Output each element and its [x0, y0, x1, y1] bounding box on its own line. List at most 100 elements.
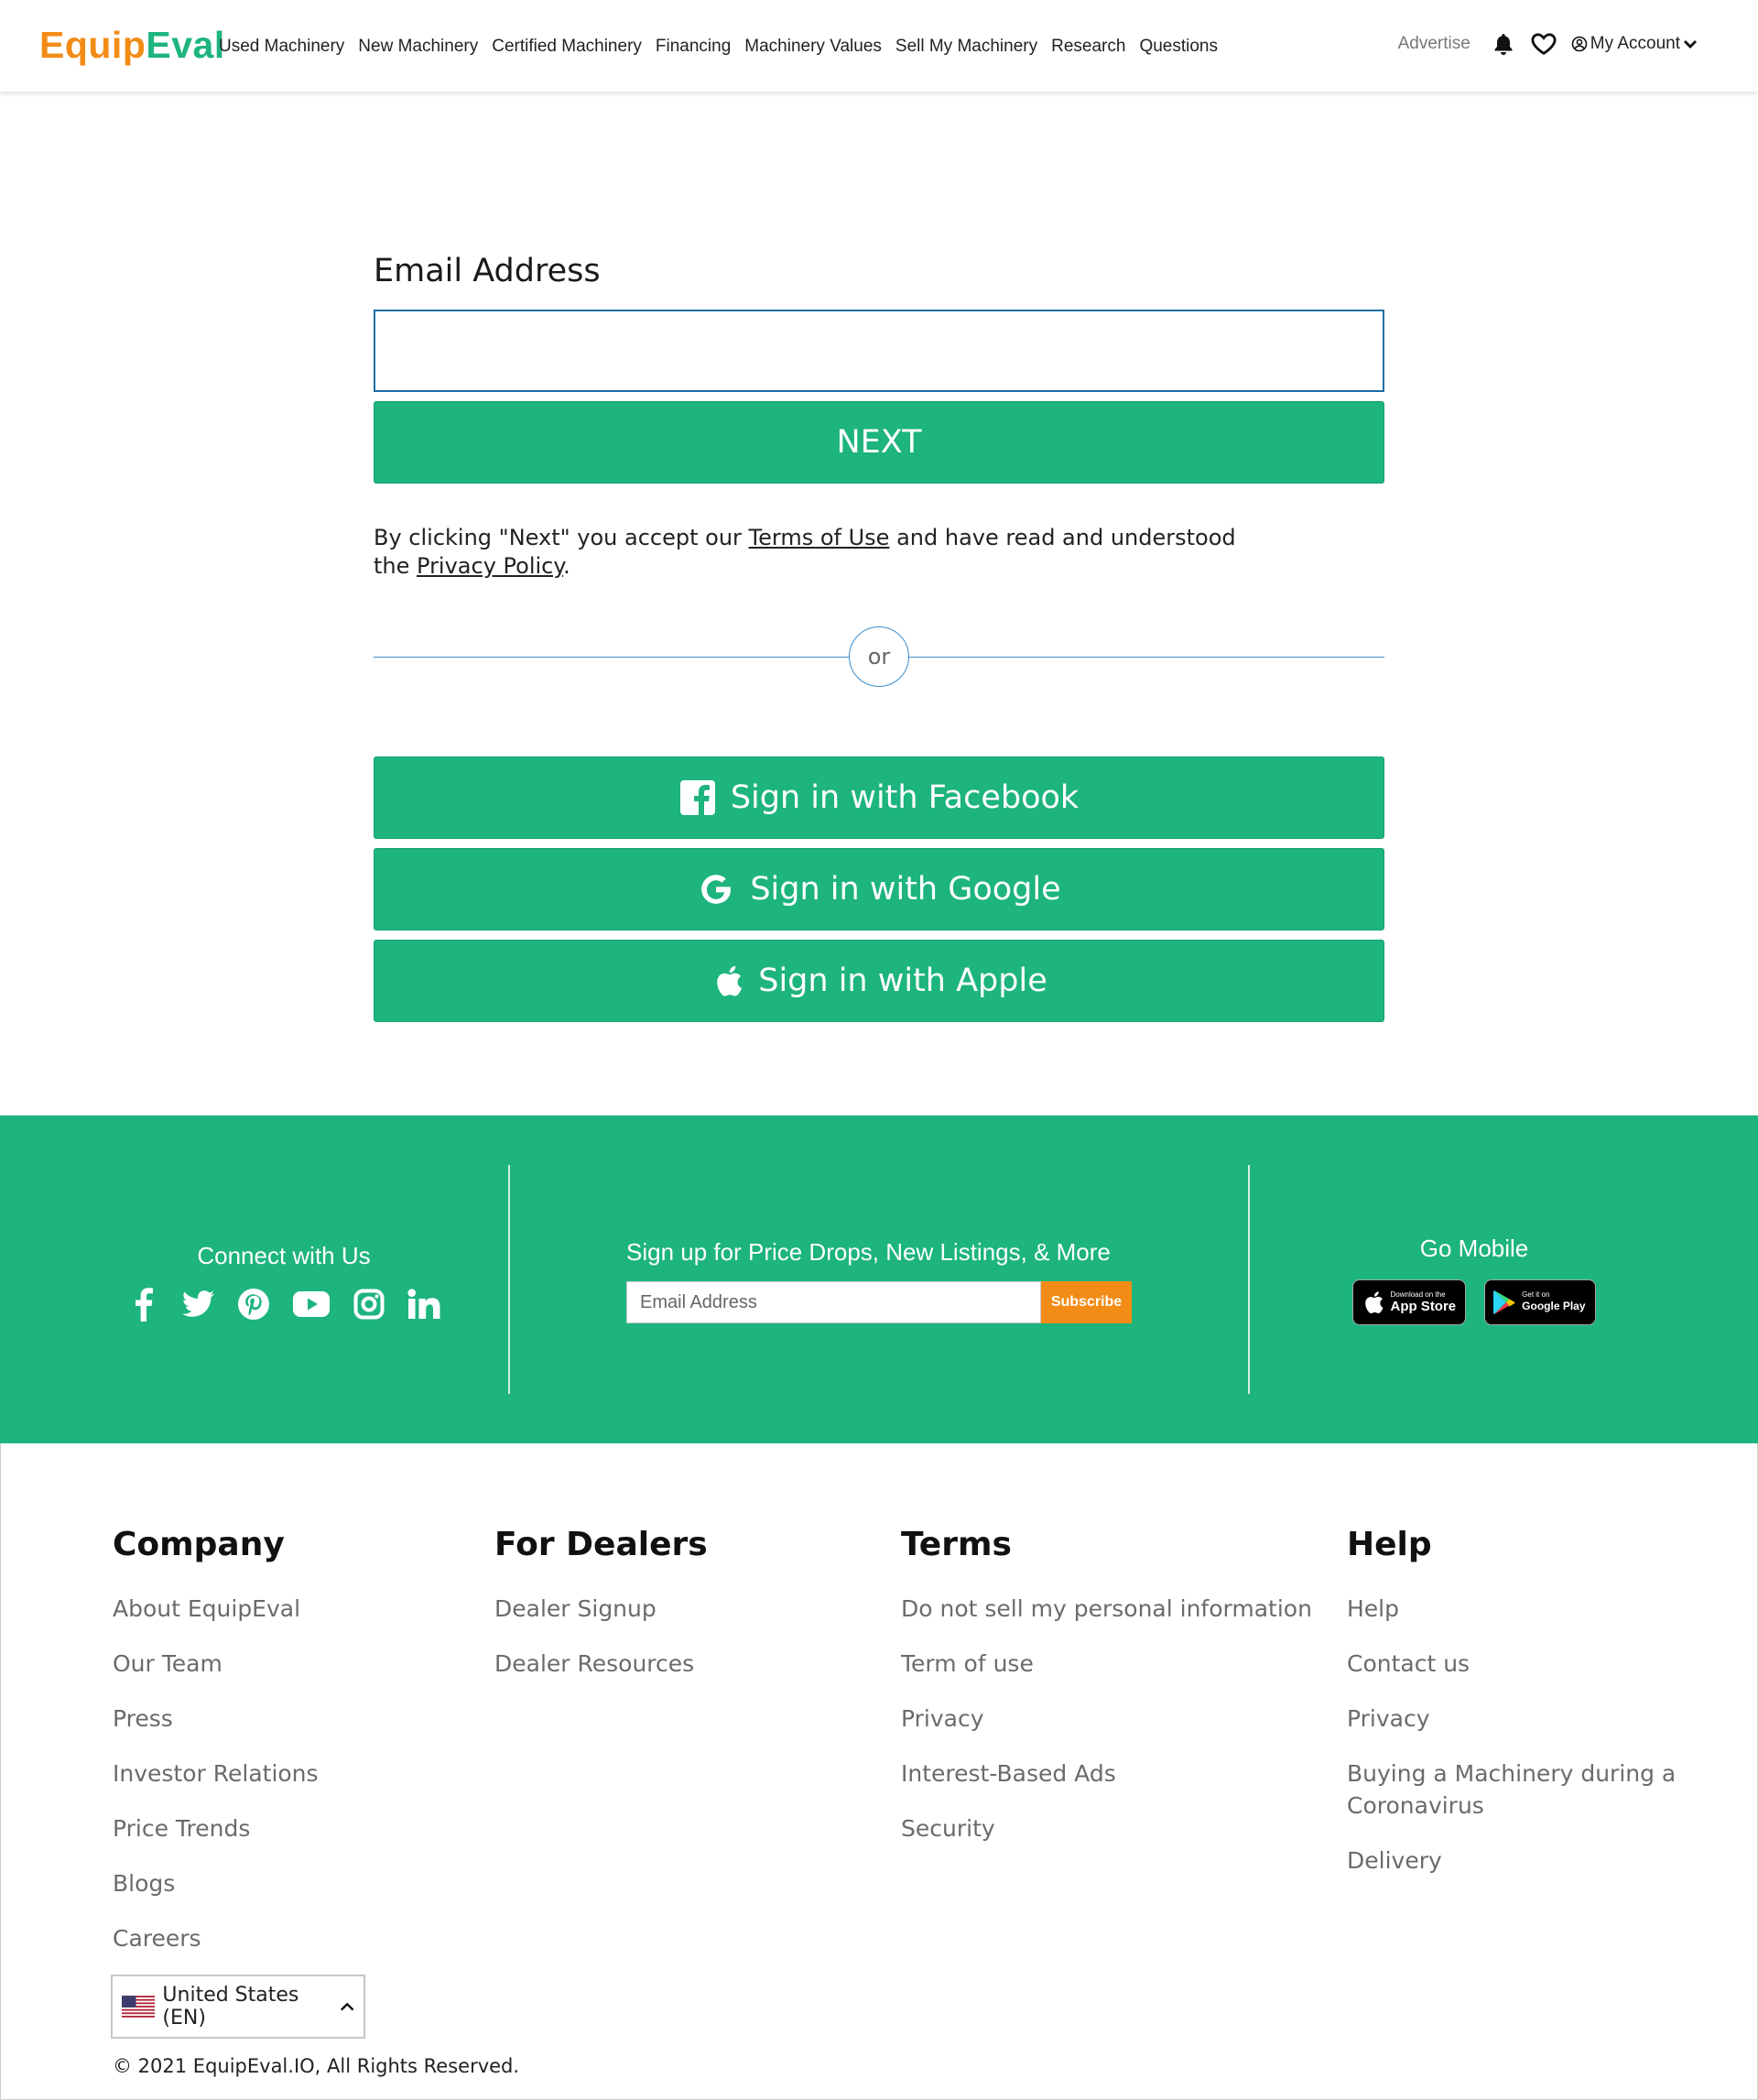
footer-link-dealer-resources[interactable]: Dealer Resources — [494, 1648, 708, 1680]
legal-mid: and have read and understood — [889, 525, 1236, 550]
mobile-title: Go Mobile — [1419, 1235, 1529, 1262]
footer-link-delivery[interactable]: Delivery — [1347, 1844, 1677, 1877]
footer-link-privacy-help[interactable]: Privacy — [1347, 1703, 1677, 1735]
facebook-sign-in-label: Sign in with Facebook — [730, 779, 1080, 816]
facebook-icon — [679, 780, 715, 815]
footer-link-do-not-sell[interactable]: Do not sell my personal information — [901, 1593, 1312, 1625]
footer-link-privacy-terms[interactable]: Privacy — [901, 1703, 1312, 1735]
twitter-icon[interactable] — [181, 1287, 216, 1322]
logo-equip: Equip — [39, 24, 146, 66]
legal-suffix: . — [563, 553, 570, 579]
footer-col-company: Company About EquipEval Our Team Press I… — [113, 1526, 319, 1977]
company-heading: Company — [113, 1526, 285, 1563]
connect-section: Connect with Us — [119, 1242, 449, 1322]
my-account-label: My Account — [1590, 34, 1680, 53]
signup-title: Sign up for Price Drops, New Listings, &… — [626, 1238, 1111, 1266]
newsletter-form: Subscribe — [626, 1281, 1132, 1323]
connect-title: Connect with Us — [197, 1242, 371, 1269]
footer-col-help: Help Help Contact us Privacy Buying a Ma… — [1347, 1526, 1677, 1899]
facebook-icon[interactable] — [126, 1287, 161, 1322]
apple-icon — [1365, 1291, 1384, 1313]
newsletter-section: Sign up for Price Drops, New Listings, &… — [626, 1238, 1132, 1323]
or-circle: or — [849, 626, 909, 687]
heart-icon[interactable] — [1531, 31, 1557, 57]
nav-questions[interactable]: Questions — [1139, 37, 1218, 57]
footer-link-press[interactable]: Press — [113, 1703, 319, 1735]
help-heading: Help — [1347, 1526, 1432, 1563]
apple-sign-in-label: Sign in with Apple — [758, 963, 1047, 999]
footer-col-terms: Terms Do not sell my personal informatio… — [901, 1526, 1312, 1867]
google-icon — [701, 875, 732, 904]
dealers-heading: For Dealers — [494, 1526, 708, 1563]
youtube-icon[interactable] — [291, 1287, 331, 1322]
advertise-link[interactable]: Advertise — [1398, 34, 1470, 54]
logo[interactable]: EquipEval — [39, 24, 225, 67]
nav-financing[interactable]: Financing — [656, 37, 731, 57]
locale-label: United States (EN) — [162, 1984, 299, 2029]
terms-of-use-link[interactable]: Terms of Use — [749, 525, 890, 550]
footer-band: Connect with Us Sign up for Price Drops,… — [0, 1115, 1758, 1443]
nav-new-machinery[interactable]: New Machinery — [358, 37, 478, 57]
email-label: Email Address — [374, 253, 601, 289]
linkedin-icon[interactable] — [407, 1287, 441, 1322]
apple-icon — [717, 965, 743, 996]
instagram-icon[interactable] — [352, 1287, 386, 1322]
chevron-down-icon — [1684, 40, 1697, 49]
footer-link-careers[interactable]: Careers — [113, 1922, 319, 1954]
nav-sell-my-machinery[interactable]: Sell My Machinery — [895, 37, 1037, 57]
legal-prefix: By clicking "Next" you accept our — [374, 525, 749, 550]
footer-link-price-trends[interactable]: Price Trends — [113, 1812, 319, 1844]
footer-link-term-of-use[interactable]: Term of use — [901, 1648, 1312, 1680]
footer-link-dealer-signup[interactable]: Dealer Signup — [494, 1593, 708, 1625]
us-flag-icon — [122, 1996, 156, 2018]
footer-link-contact-us[interactable]: Contact us — [1347, 1648, 1677, 1680]
footer-col-dealers: For Dealers Dealer Signup Dealer Resourc… — [494, 1526, 708, 1703]
newsletter-email-input[interactable] — [626, 1281, 1041, 1323]
google-play-icon — [1493, 1290, 1515, 1314]
band-divider-left — [508, 1165, 510, 1394]
google-sign-in-label: Sign in with Google — [750, 871, 1061, 908]
subscribe-button[interactable]: Subscribe — [1041, 1281, 1132, 1323]
nav-used-machinery[interactable]: Used Machinery — [219, 37, 344, 57]
facebook-sign-in-button[interactable]: Sign in with Facebook — [374, 756, 1384, 839]
footer-link-our-team[interactable]: Our Team — [113, 1648, 319, 1680]
footer-link-about[interactable]: About EquipEval — [113, 1593, 319, 1625]
nav-certified-machinery[interactable]: Certified Machinery — [492, 37, 642, 57]
footer-link-investor-relations[interactable]: Investor Relations — [113, 1757, 319, 1790]
terms-heading: Terms — [901, 1526, 1012, 1563]
site-footer: Company About EquipEval Our Team Press I… — [0, 1443, 1758, 2100]
bell-icon[interactable] — [1491, 31, 1516, 57]
footer-link-buying-coronavirus[interactable]: Buying a Machinery during a Coronavirus — [1347, 1757, 1677, 1822]
privacy-policy-link[interactable]: Privacy Policy — [417, 553, 563, 579]
next-button[interactable]: NEXT — [374, 401, 1384, 484]
locale-selector[interactable]: United States (EN) — [111, 1975, 365, 2039]
pinterest-icon[interactable] — [236, 1287, 271, 1322]
email-field[interactable] — [374, 310, 1384, 392]
apple-sign-in-button[interactable]: Sign in with Apple — [374, 940, 1384, 1022]
nav-machinery-values[interactable]: Machinery Values — [744, 37, 882, 57]
legal-text: By clicking "Next" you accept our Terms … — [374, 524, 1253, 581]
footer-link-blogs[interactable]: Blogs — [113, 1867, 319, 1899]
google-play-small-text: Get it on — [1522, 1290, 1550, 1299]
app-store-big-text: App Store — [1390, 1299, 1457, 1314]
go-mobile-section: Go Mobile Download on the App Store Get i… — [1337, 1235, 1612, 1325]
legal-line2-prefix: the — [374, 553, 418, 579]
google-play-big-text: Google Play — [1522, 1300, 1586, 1312]
app-store-badges: Download on the App Store Get it on Google… — [1337, 1279, 1612, 1325]
google-play-badge[interactable]: Get it on Google Play — [1484, 1279, 1596, 1325]
google-sign-in-button[interactable]: Sign in with Google — [374, 848, 1384, 930]
social-sign-in-group: Sign in with Facebook Sign in with Googl… — [374, 756, 1384, 1022]
my-account-menu[interactable]: My Account — [1571, 34, 1698, 54]
user-circle-icon — [1571, 36, 1588, 52]
band-divider-right — [1248, 1165, 1250, 1394]
top-header: EquipEval Used Machinery New Machinery C… — [0, 0, 1758, 92]
chevron-up-icon — [340, 2002, 354, 2011]
footer-link-interest-based-ads[interactable]: Interest-Based Ads — [901, 1757, 1312, 1790]
footer-link-help[interactable]: Help — [1347, 1593, 1677, 1625]
app-store-badge[interactable]: Download on the App Store — [1352, 1279, 1467, 1325]
footer-link-security[interactable]: Security — [901, 1812, 1312, 1844]
nav-research[interactable]: Research — [1051, 37, 1125, 57]
copyright-text: © 2021 EquipEval.IO, All Rights Reserved… — [113, 2055, 520, 2077]
header-actions: Advertise My Account — [1398, 31, 1698, 57]
app-store-small-text: Download on the — [1390, 1290, 1446, 1299]
